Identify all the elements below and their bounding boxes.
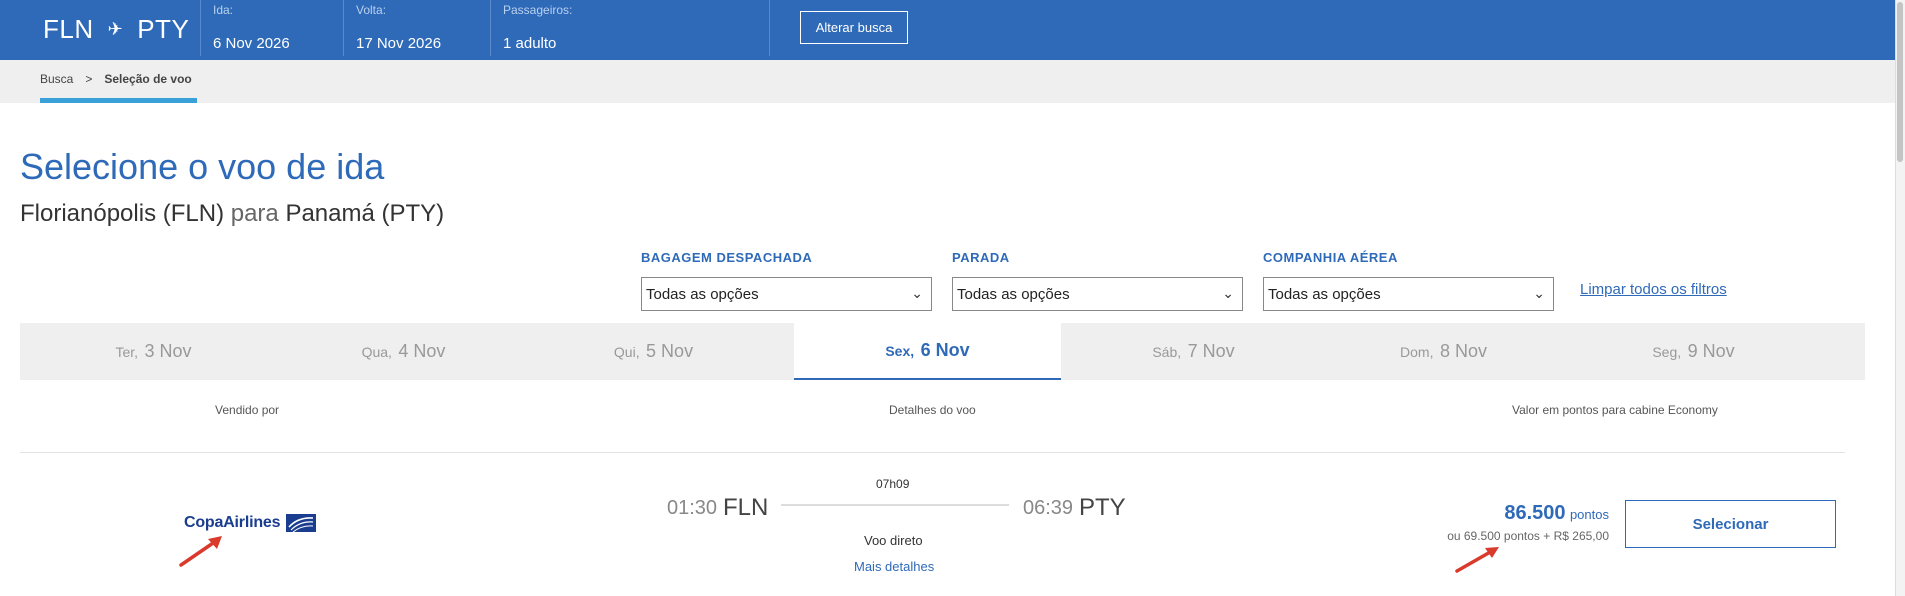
origin-code: FLN bbox=[43, 14, 94, 44]
airline-name: CopaAirlines bbox=[184, 514, 281, 531]
date-tab[interactable]: Ter, 3 Nov bbox=[20, 323, 287, 380]
divider bbox=[343, 0, 344, 56]
scrollbar-thumb[interactable] bbox=[1897, 2, 1903, 162]
date-tab-date: 9 Nov bbox=[1687, 341, 1735, 361]
date-tab-date: 7 Nov bbox=[1187, 341, 1235, 361]
filter-stops-value: Todas as opções bbox=[957, 286, 1070, 303]
passengers-field: Passageiros: 1 adulto bbox=[503, 3, 572, 52]
annotation-arrow-icon bbox=[179, 536, 222, 567]
breadcrumb-search-link[interactable]: Busca bbox=[40, 72, 73, 86]
date-tab[interactable]: Sáb, 7 Nov bbox=[1060, 323, 1327, 380]
destination-code: PTY bbox=[137, 14, 190, 44]
departure-date-field: Ida: 6 Nov 2026 bbox=[213, 3, 290, 52]
column-header-sold-by: Vendido por bbox=[215, 403, 280, 417]
arrival-time: 06:39 bbox=[1023, 497, 1074, 519]
date-tab-date: 8 Nov bbox=[1439, 341, 1487, 361]
date-tab-date: 4 Nov bbox=[398, 341, 446, 361]
filter-baggage-value: Todas as opções bbox=[646, 286, 759, 303]
departure-date-label: Ida: bbox=[213, 3, 234, 17]
filter-checked-baggage: BAGAGEM DESPACHADA Todas as opções ⌄ bbox=[641, 250, 932, 311]
filter-airline: COMPANHIA AÉREA Todas as opções ⌄ bbox=[1263, 250, 1554, 311]
alternate-price: ou 69.500 pontos + R$ 265,00 bbox=[1447, 529, 1609, 543]
filter-airline-select[interactable]: Todas as opções ⌄ bbox=[1263, 277, 1554, 311]
breadcrumb-current: Seleção de voo bbox=[104, 72, 192, 86]
page-title: Selecione o voo de ida bbox=[20, 146, 385, 187]
select-flight-button[interactable]: Selecionar bbox=[1625, 500, 1836, 548]
filter-baggage-label: BAGAGEM DESPACHADA bbox=[641, 250, 813, 265]
departure-time: 01:30 bbox=[667, 497, 718, 519]
route-summary: FLN ✈ PTY bbox=[43, 14, 189, 45]
column-header-points-value: Valor em pontos para cabine Economy bbox=[1512, 403, 1718, 417]
return-date-field: Volta: 17 Nov 2026 bbox=[356, 3, 441, 52]
points-unit: pontos bbox=[1569, 507, 1609, 522]
route-subtitle: Florianópolis (FLN) para Panamá (PTY) bbox=[20, 200, 444, 228]
date-tab-weekday: Sex, bbox=[885, 342, 915, 359]
date-tab-weekday: Qua, bbox=[361, 343, 392, 360]
date-tab-weekday: Qui, bbox=[613, 343, 640, 360]
points-price: 86.500 pontos bbox=[1504, 502, 1609, 525]
copa-wing-icon bbox=[286, 514, 317, 533]
annotation-arrow-icon bbox=[1455, 547, 1499, 573]
more-details-link[interactable]: Mais detalhes bbox=[854, 559, 934, 574]
date-tab[interactable]: Qui, 5 Nov bbox=[520, 323, 787, 380]
filter-airline-value: Todas as opções bbox=[1268, 286, 1381, 303]
divider bbox=[20, 452, 1845, 453]
chevron-down-icon: ⌄ bbox=[911, 285, 923, 301]
departure-date-value: 6 Nov 2026 bbox=[213, 35, 290, 52]
date-tab-date: 3 Nov bbox=[144, 341, 192, 361]
arrival-airport: PTY bbox=[1079, 494, 1126, 521]
plane-icon: ✈ bbox=[107, 19, 124, 39]
breadcrumb-active-indicator bbox=[40, 98, 197, 103]
passengers-value: 1 adulto bbox=[503, 35, 557, 52]
filter-baggage-select[interactable]: Todas as opções ⌄ bbox=[641, 277, 932, 311]
chevron-down-icon: ⌄ bbox=[1533, 285, 1545, 301]
breadcrumb-bar: Busca > Seleção de voo bbox=[0, 60, 1895, 103]
filter-airline-label: COMPANHIA AÉREA bbox=[1263, 250, 1398, 265]
divider bbox=[490, 0, 491, 56]
subtitle-destination: Panamá (PTY) bbox=[285, 200, 445, 227]
date-tab-active[interactable]: Sex, 6 Nov bbox=[794, 323, 1061, 380]
return-date-value: 17 Nov 2026 bbox=[356, 35, 442, 52]
filter-stops-select[interactable]: Todas as opções ⌄ bbox=[952, 277, 1243, 311]
date-tab-weekday: Ter, bbox=[115, 343, 139, 360]
date-tab-weekday: Seg, bbox=[1652, 343, 1682, 360]
return-date-label: Volta: bbox=[356, 3, 387, 17]
divider bbox=[769, 0, 770, 56]
filter-stops: PARADA Todas as opções ⌄ bbox=[952, 250, 1243, 311]
date-tabs: Ter, 3 Nov Qua, 4 Nov Qui, 5 Nov Sex, 6 … bbox=[20, 323, 1865, 380]
date-tab[interactable]: Qua, 4 Nov bbox=[270, 323, 537, 380]
copa-airlines-logo: CopaAirlines bbox=[184, 512, 317, 534]
divider bbox=[200, 0, 201, 56]
search-summary-bar: FLN ✈ PTY Ida: 6 Nov 2026 Volta: 17 Nov … bbox=[0, 0, 1895, 60]
clear-filters-link[interactable]: Limpar todos os filtros bbox=[1580, 281, 1727, 298]
breadcrumb: Busca > Seleção de voo bbox=[40, 72, 192, 86]
stops-info: Voo direto bbox=[864, 533, 923, 548]
passengers-label: Passageiros: bbox=[503, 3, 573, 17]
date-tab-date: 5 Nov bbox=[646, 341, 694, 361]
date-tab[interactable]: Seg, 9 Nov bbox=[1560, 323, 1827, 380]
alter-search-button[interactable]: Alterar busca bbox=[800, 11, 908, 44]
date-tab-weekday: Sáb, bbox=[1152, 343, 1182, 360]
column-header-flight-details: Detalhes do voo bbox=[889, 403, 976, 417]
chevron-down-icon: ⌄ bbox=[1222, 285, 1234, 301]
subtitle-para: para bbox=[230, 200, 279, 227]
flight-duration: 07h09 bbox=[876, 477, 910, 491]
flight-timeline bbox=[781, 504, 1009, 506]
date-tab[interactable]: Dom, 8 Nov bbox=[1310, 323, 1577, 380]
filter-stops-label: PARADA bbox=[952, 250, 1010, 265]
points-value: 86.500 bbox=[1504, 502, 1566, 524]
subtitle-origin: Florianópolis (FLN) bbox=[20, 200, 225, 227]
departure-airport: FLN bbox=[723, 494, 769, 521]
date-tab-date: 6 Nov bbox=[920, 340, 970, 360]
breadcrumb-separator: > bbox=[85, 72, 93, 86]
date-tab-weekday: Dom, bbox=[1400, 343, 1434, 360]
